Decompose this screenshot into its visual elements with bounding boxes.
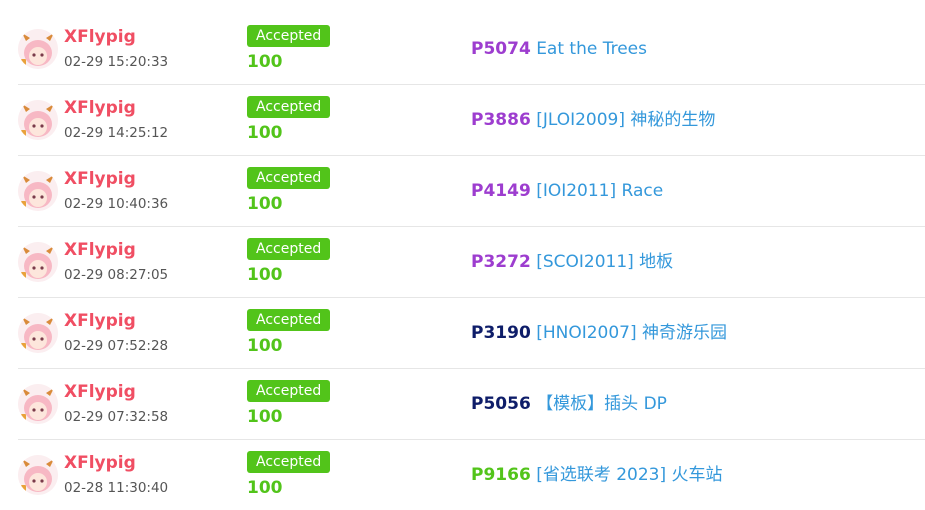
record-list: XFlypig 02-29 15:20:33 Accepted 100 P507…	[18, 14, 925, 510]
user-avatar[interactable]	[18, 29, 58, 69]
score: 100	[247, 265, 283, 285]
problem-title: Eat the Trees	[536, 39, 647, 59]
user-avatar[interactable]	[18, 313, 58, 353]
status-badge[interactable]: Accepted	[247, 167, 331, 189]
record-row: XFlypig 02-29 07:52:28 Accepted 100 P319…	[18, 298, 925, 369]
problem-id: P4149	[471, 181, 531, 201]
score: 100	[247, 194, 283, 214]
score: 100	[247, 407, 283, 427]
problem-title: [JLOI2009] 神秘的生物	[536, 110, 716, 130]
problem-id: P3886	[471, 110, 531, 130]
submit-time: 02-29 15:20:33	[64, 54, 169, 70]
problem-title: [SCOI2011] 地板	[536, 252, 674, 272]
username-link[interactable]: XFlypig	[64, 169, 136, 189]
problem-id: P5074	[471, 39, 531, 59]
problem-id: P3272	[471, 252, 531, 272]
problem-title: 【模板】插头 DP	[536, 394, 667, 414]
status-badge[interactable]: Accepted	[247, 309, 331, 331]
score: 100	[247, 52, 283, 72]
username-link[interactable]: XFlypig	[64, 240, 136, 260]
problem-title: [省选联考 2023] 火车站	[536, 465, 723, 485]
submit-time: 02-29 14:25:12	[64, 125, 169, 141]
record-row: XFlypig 02-28 11:30:40 Accepted 100 P916…	[18, 440, 925, 510]
problem-id: P9166	[471, 465, 531, 485]
problem-link[interactable]: P5074 Eat the Trees	[471, 37, 647, 61]
score: 100	[247, 123, 283, 143]
status-badge[interactable]: Accepted	[247, 25, 331, 47]
record-row: XFlypig 02-29 08:27:05 Accepted 100 P327…	[18, 227, 925, 298]
status-badge[interactable]: Accepted	[247, 451, 331, 473]
problem-link[interactable]: P5056 【模板】插头 DP	[471, 392, 667, 416]
username-link[interactable]: XFlypig	[64, 311, 136, 331]
user-avatar[interactable]	[18, 384, 58, 424]
record-row: XFlypig 02-29 15:20:33 Accepted 100 P507…	[18, 14, 925, 85]
submit-time: 02-29 08:27:05	[64, 267, 169, 283]
problem-title: [IOI2011] Race	[536, 181, 664, 201]
problem-title: [HNOI2007] 神奇游乐园	[536, 323, 728, 343]
problem-link[interactable]: P3272 [SCOI2011] 地板	[471, 250, 673, 274]
user-avatar[interactable]	[18, 455, 58, 495]
problem-id: P3190	[471, 323, 531, 343]
username-link[interactable]: XFlypig	[64, 382, 136, 402]
user-avatar[interactable]	[18, 242, 58, 282]
record-row: XFlypig 02-29 14:25:12 Accepted 100 P388…	[18, 85, 925, 156]
record-row: XFlypig 02-29 10:40:36 Accepted 100 P414…	[18, 156, 925, 227]
problem-link[interactable]: P4149 [IOI2011] Race	[471, 179, 663, 203]
user-avatar[interactable]	[18, 100, 58, 140]
problem-link[interactable]: P3886 [JLOI2009] 神秘的生物	[471, 108, 715, 132]
status-badge[interactable]: Accepted	[247, 96, 331, 118]
status-badge[interactable]: Accepted	[247, 380, 331, 402]
username-link[interactable]: XFlypig	[64, 453, 136, 473]
status-badge[interactable]: Accepted	[247, 238, 331, 260]
score: 100	[247, 336, 283, 356]
user-avatar[interactable]	[18, 171, 58, 211]
score: 100	[247, 478, 283, 498]
record-row: XFlypig 02-29 07:32:58 Accepted 100 P505…	[18, 369, 925, 440]
problem-id: P5056	[471, 394, 531, 414]
username-link[interactable]: XFlypig	[64, 27, 136, 47]
submit-time: 02-28 11:30:40	[64, 480, 169, 496]
problem-link[interactable]: P3190 [HNOI2007] 神奇游乐园	[471, 321, 727, 345]
submit-time: 02-29 10:40:36	[64, 196, 169, 212]
submit-time: 02-29 07:52:28	[64, 338, 169, 354]
submit-time: 02-29 07:32:58	[64, 409, 169, 425]
username-link[interactable]: XFlypig	[64, 98, 136, 118]
problem-link[interactable]: P9166 [省选联考 2023] 火车站	[471, 463, 723, 487]
